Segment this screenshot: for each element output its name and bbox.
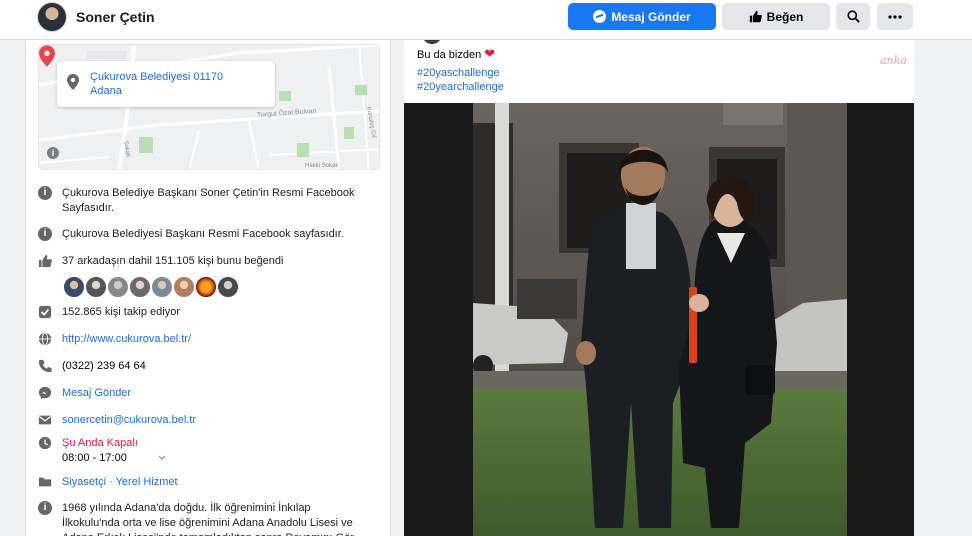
search-button[interactable] <box>836 3 870 30</box>
friend-avatar[interactable] <box>194 275 218 299</box>
address-card[interactable]: Çukurova Belediyesi 01170 Adana <box>57 61 275 107</box>
page-category[interactable]: Siyasetçi · Yerel Hizmet <box>62 475 382 490</box>
page-bio: 1968 yılında Adana'da doğdu. İlk öğrenim… <box>62 502 354 536</box>
page-header-bar: Soner Çetin Mesaj Gönder Beğen <box>0 0 972 40</box>
page-description-secondary: Çukurova Belediyesi Başkanı Resmi Facebo… <box>62 228 344 240</box>
friend-avatar[interactable] <box>62 275 86 299</box>
more-icon <box>888 14 902 19</box>
post-photo[interactable] <box>404 103 914 536</box>
location-map[interactable]: Turgut Özal Bulvarı Kurtuluş Cd Hakki So… <box>38 44 380 170</box>
post-author-avatar[interactable] <box>422 40 442 44</box>
bio-row: i 1968 yılında Adana'da doğdu. İlk öğren… <box>38 501 384 536</box>
messenger-icon <box>593 10 607 23</box>
post-caption: Bu da bizden <box>417 49 482 61</box>
address-line-2: Adana <box>90 85 122 97</box>
envelope-icon <box>38 415 52 425</box>
map-marker-icon <box>39 45 55 67</box>
likes-count[interactable]: 37 arkadaşın dahil 151.105 kişi bunu beğ… <box>62 254 382 269</box>
email-link[interactable]: sonercetin@cukurova.bel.tr <box>62 413 382 428</box>
open-status: Şu Anda Kapalı <box>62 437 138 449</box>
send-message-link[interactable]: Mesaj Gönder <box>62 386 382 401</box>
friend-avatar[interactable] <box>128 275 152 299</box>
info-icon: i <box>38 186 52 200</box>
thumbs-up-icon <box>38 254 52 268</box>
friend-avatars[interactable] <box>62 275 262 299</box>
address-line-1: Çukurova Belediyesi 01170 <box>90 71 224 83</box>
friend-avatar[interactable] <box>106 275 130 299</box>
couple-photo-image <box>473 103 847 536</box>
follow-check-icon <box>38 305 52 319</box>
hashtag-link[interactable]: #20yaschallenge <box>417 67 500 79</box>
messenger-icon <box>38 386 52 400</box>
post-text: Bu da bizden ❤ <box>417 47 495 62</box>
location-pin-icon <box>67 74 79 90</box>
friend-avatar[interactable] <box>150 275 174 299</box>
send-message-button[interactable]: Mesaj Gönder <box>568 3 716 30</box>
info-icon: i <box>38 227 52 241</box>
chevron-down-icon[interactable] <box>158 455 166 461</box>
globe-icon <box>38 332 52 346</box>
send-message-label: Mesaj Gönder <box>611 9 691 24</box>
phone-number[interactable]: (0322) 239 64 64 <box>62 359 382 374</box>
address-text: Çukurova Belediyesi 01170 Adana <box>90 70 223 98</box>
search-icon <box>846 10 860 23</box>
website-link[interactable]: http://www.cukurova.bel.tr/ <box>62 332 382 347</box>
followers-count: 152.865 kişi takip ediyor <box>62 306 181 318</box>
thumbs-up-icon <box>749 10 762 23</box>
friend-avatar[interactable] <box>216 275 240 299</box>
more-options-button[interactable] <box>877 3 913 30</box>
page-avatar[interactable] <box>37 2 67 32</box>
friend-avatar[interactable] <box>172 275 196 299</box>
heart-icon: ❤ <box>484 46 496 61</box>
clock-icon <box>38 436 52 450</box>
map-info-icon[interactable]: i <box>47 147 59 159</box>
about-panel: Turgut Özal Bulvarı Kurtuluş Cd Hakki So… <box>25 40 391 536</box>
like-label: Beğen <box>766 9 804 24</box>
hashtag-link[interactable]: #20yearchallenge <box>417 81 504 93</box>
info-icon: i <box>38 501 52 515</box>
phone-icon <box>38 359 52 373</box>
street-label: Hakki Sokak <box>305 163 339 169</box>
watermark: anka <box>880 54 907 67</box>
friend-avatar[interactable] <box>84 275 108 299</box>
like-page-button[interactable]: Beğen <box>722 3 830 30</box>
opening-hours[interactable]: 08:00 - 17:00 <box>62 451 132 466</box>
page-description: Çukurova Belediye Başkanı Soner Çetin'in… <box>62 187 355 214</box>
page-title[interactable]: Soner Çetin <box>76 9 155 25</box>
folder-icon <box>38 477 52 487</box>
post-card: Bu da bizden ❤ anka #20yaschallenge #20y… <box>404 40 914 536</box>
